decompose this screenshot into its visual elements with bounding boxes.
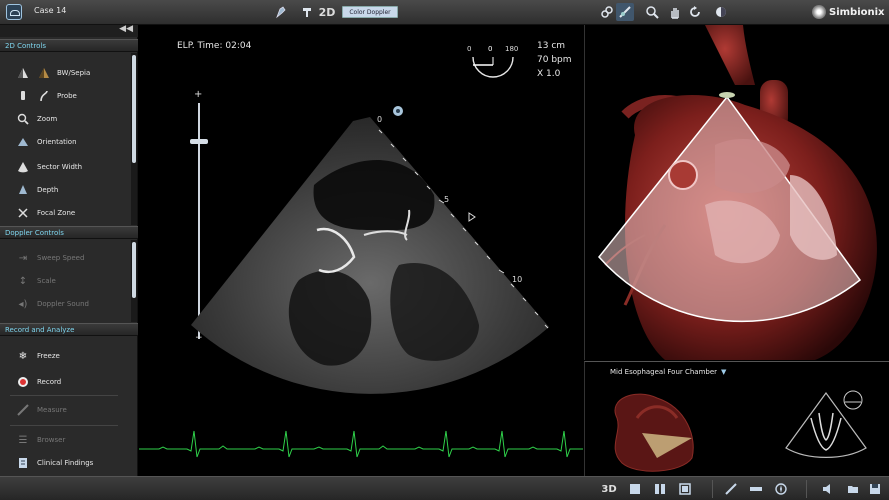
browser-icon: ☰	[18, 434, 28, 446]
control-label: Clinical Findings	[37, 459, 94, 467]
control-label: Depth	[37, 186, 59, 194]
divider	[10, 395, 118, 396]
clinical-findings-icon	[16, 456, 30, 470]
bw-icon	[16, 66, 30, 80]
control-measure[interactable]: Measure	[0, 399, 132, 421]
simbionix-logo-icon	[812, 5, 826, 19]
control-sweep-speed[interactable]: ⇥ Sweep Speed	[0, 247, 132, 269]
probe-tool-icon[interactable]	[723, 481, 739, 497]
depth-mark-5: 5	[444, 195, 450, 204]
scale-icon: ↕	[18, 275, 28, 287]
control-label: Orientation	[37, 138, 77, 146]
control-freeze[interactable]: ❄ Freeze	[0, 345, 132, 367]
depth-icon	[16, 183, 30, 197]
measure-icon	[16, 403, 30, 417]
control-probe[interactable]: Probe	[0, 85, 132, 107]
probe-hand-icon[interactable]	[272, 3, 290, 21]
divider	[806, 480, 807, 498]
control-label: Sector Width	[37, 163, 83, 171]
link-icon[interactable]	[598, 3, 616, 21]
transducer-icon[interactable]	[748, 481, 764, 497]
section-doppler-controls[interactable]: Doppler Controls	[0, 226, 138, 239]
bottom-toolbar: 3D	[0, 476, 889, 500]
sepia-icon	[37, 66, 51, 80]
control-depth[interactable]: Depth	[0, 179, 132, 201]
control-zoom[interactable]: Zoom	[0, 108, 132, 130]
section-2d-controls[interactable]: 2D Controls	[0, 39, 138, 52]
case-icon[interactable]	[6, 4, 22, 20]
heart-model	[598, 25, 877, 360]
control-label: Probe	[57, 92, 77, 100]
control-label: Freeze	[37, 352, 60, 360]
divider	[10, 425, 118, 426]
control-label: Measure	[37, 406, 67, 414]
depth-mark-0: 0	[377, 115, 383, 124]
control-doppler-sound[interactable]: ◂) Doppler Sound	[0, 293, 132, 315]
ultrasound-view[interactable]: ELP. Time: 02:04 0 0 180 13 cm 70 bpm X …	[139, 25, 583, 476]
dropdown-arrow-icon[interactable]: ▼	[721, 368, 726, 376]
color-doppler-button[interactable]: Color Doppler	[342, 6, 398, 18]
view-plane-diagram	[785, 390, 867, 458]
control-scale[interactable]: ↕ Scale	[0, 270, 132, 292]
zoom-icon	[16, 112, 30, 126]
control-label: Scale	[37, 277, 56, 285]
volume-icon[interactable]	[820, 481, 836, 497]
pan-hand-icon[interactable]	[666, 3, 684, 21]
depth-mark-10: 10	[512, 275, 523, 284]
control-record[interactable]: Record	[0, 371, 132, 393]
focal-zone-icon	[16, 206, 30, 220]
probe-icon	[16, 89, 30, 103]
mode-2d-button[interactable]: 2D	[318, 3, 336, 21]
ecg-trace	[139, 430, 583, 458]
control-label: Doppler Sound	[37, 300, 89, 308]
collapse-panel-button[interactable]: ◀◀	[0, 24, 138, 37]
collapse-arrows-icon[interactable]: ◀◀	[119, 24, 133, 34]
control-label: Focal Zone	[37, 209, 76, 217]
sector-width-icon	[16, 160, 30, 174]
divider	[712, 480, 713, 498]
view-name: Mid Esophageal Four Chamber	[610, 368, 718, 376]
left-control-panel: ◀◀ 2D Controls BW/Sepia Probe Zoom Orien…	[0, 24, 138, 476]
view-dropdown[interactable]: Mid Esophageal Four Chamber ▼	[610, 368, 726, 376]
doppler-sound-icon: ◂)	[18, 298, 28, 310]
freeze-icon: ❄	[18, 350, 28, 362]
record-icon	[16, 375, 30, 389]
heart-thumbnail	[614, 393, 694, 472]
probe-link-icon[interactable]	[616, 3, 634, 21]
brand-name: Simbionix	[829, 6, 885, 18]
control-label: Record	[37, 378, 62, 386]
save-icon[interactable]	[867, 481, 883, 497]
view-selector-panel: Mid Esophageal Four Chamber ▼	[584, 361, 889, 476]
orientation-icon	[16, 135, 30, 149]
brand-logo: Simbionix	[812, 5, 885, 19]
3d-heart-view[interactable]	[584, 25, 889, 360]
mode-3d-button[interactable]: 3D	[601, 481, 617, 497]
opacity-icon[interactable]	[712, 3, 730, 21]
control-label: BW/Sepia	[57, 69, 91, 77]
probe-tool-icon[interactable]	[298, 3, 316, 21]
top-toolbar: Case 14 2D Color Doppler Simbionix	[0, 0, 889, 25]
control-orientation[interactable]: Orientation	[0, 131, 132, 153]
folder-icon[interactable]	[845, 481, 861, 497]
ultrasound-sector-image	[191, 106, 549, 394]
zoom-tool-icon[interactable]	[643, 3, 661, 21]
sweep-speed-icon: ⇥	[18, 252, 28, 264]
control-focal-zone[interactable]: Focal Zone	[0, 202, 132, 224]
probe-flex-icon	[37, 89, 51, 103]
layout-full-icon[interactable]	[677, 481, 693, 497]
rotate-icon[interactable]	[686, 3, 704, 21]
control-browser[interactable]: ☰ Browser	[0, 429, 132, 451]
control-label: Browser	[37, 436, 66, 444]
control-label: Sweep Speed	[37, 254, 85, 262]
section-record-analyze[interactable]: Record and Analyze	[0, 323, 138, 336]
layout-split-icon[interactable]	[652, 481, 668, 497]
control-label: Zoom	[37, 115, 58, 123]
layout-single-icon[interactable]	[627, 481, 643, 497]
case-label: Case 14	[34, 6, 67, 15]
control-clinical-findings[interactable]: Clinical Findings	[0, 452, 132, 474]
control-bw-sepia[interactable]: BW/Sepia	[0, 62, 132, 84]
compass-icon[interactable]	[773, 481, 789, 497]
control-sector-width[interactable]: Sector Width	[0, 156, 132, 178]
